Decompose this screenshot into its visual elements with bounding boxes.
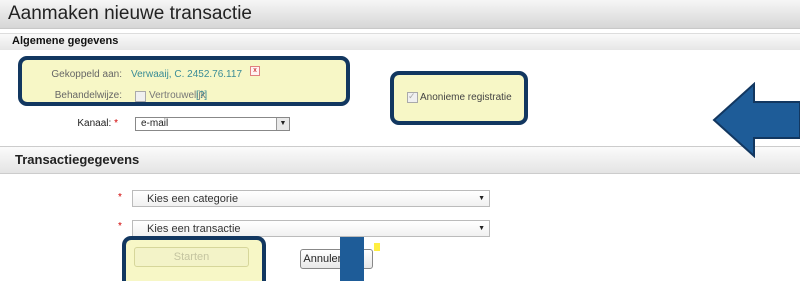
chevron-down-icon: ▼	[276, 118, 289, 130]
required-marker: *	[118, 221, 122, 232]
transaction-select[interactable]: Kies een transactie ▼	[132, 220, 490, 237]
window-titlebar: Aanmaken nieuwe transactie	[0, 0, 800, 29]
arrow-down-icon	[340, 237, 364, 281]
required-marker: *	[118, 192, 122, 203]
chevron-down-icon: ▼	[478, 225, 485, 232]
unlink-icon[interactable]: x	[250, 66, 260, 76]
section-header-transaction: Transactiegegevens	[0, 146, 800, 174]
anonymous-label: Anonieme registratie	[420, 92, 512, 103]
confidential-checkbox[interactable]	[135, 91, 146, 102]
category-select[interactable]: Kies een categorie ▼	[132, 190, 490, 207]
anonymous-checkbox[interactable]	[407, 91, 418, 103]
chevron-down-icon: ▼	[478, 195, 485, 202]
section-title-transaction: Transactiegegevens	[15, 152, 140, 167]
arrow-left-icon	[712, 82, 800, 158]
help-link[interactable]: [?]	[196, 90, 207, 101]
channel-label: Kanaal: *	[77, 118, 118, 129]
yellow-marker	[374, 243, 380, 251]
channel-select[interactable]: e-mail ▼	[135, 117, 290, 131]
channel-select-value: e-mail	[141, 118, 169, 129]
linked-customer-link[interactable]: Verwaaij, C. 2452.76.117	[131, 69, 242, 80]
category-select-value: Kies een categorie	[147, 193, 239, 205]
page-title: Aanmaken nieuwe transactie	[8, 3, 252, 24]
section-header-general: Algemene gegevens	[0, 33, 800, 51]
transaction-select-value: Kies een transactie	[147, 223, 241, 235]
start-button[interactable]: Starten	[134, 247, 249, 267]
handling-label: Behandelwijze:	[54, 90, 122, 101]
section-title-general: Algemene gegevens	[12, 35, 119, 47]
linked-label: Gekoppeld aan:	[51, 69, 122, 80]
